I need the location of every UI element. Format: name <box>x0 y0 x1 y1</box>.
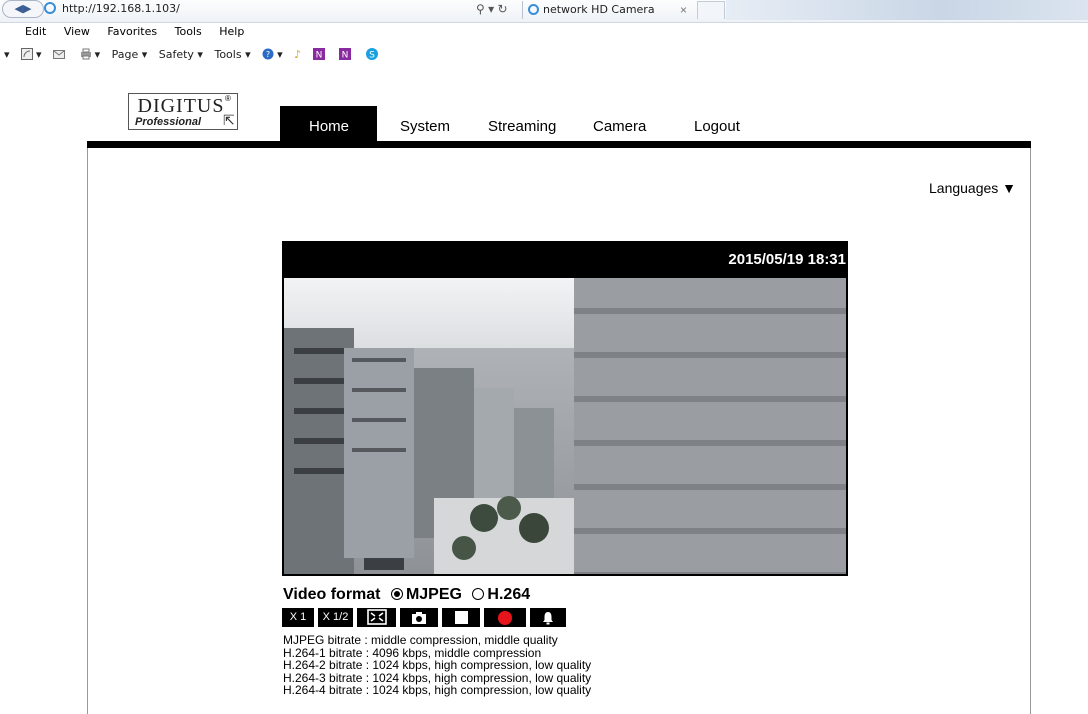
svg-text:S: S <box>369 51 375 61</box>
safety-menu[interactable]: Safety ▾ <box>159 43 203 67</box>
zoom-x1-button[interactable]: X 1 <box>282 608 314 627</box>
bitrate-info: MJPEG bitrate : middle compression, midd… <box>283 634 591 697</box>
tab-ie-icon <box>528 4 539 15</box>
tools-menu[interactable]: Tools ▾ <box>214 43 250 67</box>
h264-label[interactable]: H.264 <box>487 586 530 603</box>
frame-border-right <box>1030 148 1031 714</box>
browser-tab[interactable]: network HD Camera <box>528 1 694 19</box>
cursor-icon: ⇱ <box>223 112 235 128</box>
mail-icon[interactable] <box>53 43 68 67</box>
svg-text:N: N <box>315 51 322 61</box>
menu-favorites[interactable]: Favorites <box>107 25 157 38</box>
h264-radio[interactable] <box>472 588 485 600</box>
video-timestamp: 2015/05/19 18:31 <box>728 251 846 268</box>
titlebar-background <box>726 0 1088 20</box>
video-header-bar: 2015/05/19 18:31 <box>282 241 848 278</box>
skype-icon[interactable]: S <box>365 43 381 67</box>
logo-wordmark: DIGITUS <box>137 95 225 117</box>
nav-system[interactable]: System <box>400 118 450 135</box>
tab-close-icon[interactable]: × <box>680 1 687 19</box>
music-icon[interactable]: ♪ <box>294 43 301 67</box>
logo-subtitle: Professional <box>135 116 202 128</box>
video-format-label: Video format <box>283 586 381 603</box>
help-icon[interactable]: ? ▾ <box>262 43 283 67</box>
logo-registered: ® <box>225 94 231 103</box>
command-bar: ▾ ▾ ▾ Page ▾ Safety ▾ Tools ▾ ? ▾ ♪ N N S <box>0 43 1088 67</box>
mjpeg-label[interactable]: MJPEG <box>406 586 462 603</box>
menu-edit[interactable]: Edit <box>25 25 46 38</box>
ie-icon <box>44 2 56 14</box>
record-button[interactable] <box>484 608 526 627</box>
back-forward-buttons[interactable]: ◀▶ <box>2 0 44 18</box>
print-icon[interactable]: ▾ <box>80 43 100 67</box>
snapshot-button[interactable] <box>400 608 438 627</box>
stop-button[interactable] <box>442 608 480 627</box>
new-tab-button[interactable] <box>697 1 725 19</box>
stop-icon <box>454 611 468 624</box>
address-bar[interactable]: http://192.168.1.103/ <box>62 1 452 17</box>
address-tools-icon[interactable]: ⚲ ▾ ↻ <box>476 1 508 17</box>
home-dropdown-icon[interactable]: ▾ <box>4 43 10 67</box>
mjpeg-radio[interactable] <box>390 588 403 600</box>
zoom-half-button[interactable]: X 1/2 <box>318 608 353 627</box>
feeds-icon[interactable]: ▾ <box>21 43 42 67</box>
nav-streaming[interactable]: Streaming <box>488 118 556 135</box>
svg-text:N: N <box>342 51 349 61</box>
camera-icon <box>412 612 426 624</box>
menu-tools[interactable]: Tools <box>175 25 202 38</box>
nav-camera[interactable]: Camera <box>593 118 646 135</box>
languages-dropdown[interactable]: Languages ▼ <box>929 180 1016 196</box>
nav-home[interactable]: Home <box>309 118 349 135</box>
bell-icon <box>543 612 553 625</box>
header-divider <box>87 141 1031 148</box>
nav-logout[interactable]: Logout <box>694 118 740 135</box>
frame-border-left <box>87 148 88 714</box>
tab-title: network HD Camera <box>543 3 655 16</box>
bitrate-h264-2: H.264-2 bitrate : 1024 kbps, high compre… <box>283 658 592 673</box>
video-buildings <box>284 328 574 574</box>
menu-help[interactable]: Help <box>219 25 244 38</box>
alarm-button[interactable] <box>530 608 566 627</box>
svg-text:?: ? <box>266 50 270 59</box>
bitrate-mjpeg: MJPEG bitrate : middle compression, midd… <box>283 633 558 647</box>
menu-bar: Edit View Favorites Tools Help <box>0 22 1088 42</box>
video-format-row: Video format MJPEG H.264 <box>283 586 530 604</box>
page-menu[interactable]: Page ▾ <box>112 43 148 67</box>
digitus-logo: DIGITUS ® Professional ⇱ <box>128 93 238 130</box>
fullscreen-button[interactable] <box>357 608 396 627</box>
bitrate-h264-4: H.264-4 bitrate : 1024 kbps, high compre… <box>283 683 592 698</box>
fullscreen-icon <box>366 609 387 625</box>
menu-view[interactable]: View <box>64 25 90 38</box>
record-icon <box>498 611 512 625</box>
tab-divider <box>522 1 523 19</box>
onenote-icon[interactable]: N <box>312 43 328 67</box>
live-video[interactable] <box>282 276 848 576</box>
onenote-linked-icon[interactable]: N <box>339 43 354 67</box>
video-building-right <box>574 278 846 574</box>
